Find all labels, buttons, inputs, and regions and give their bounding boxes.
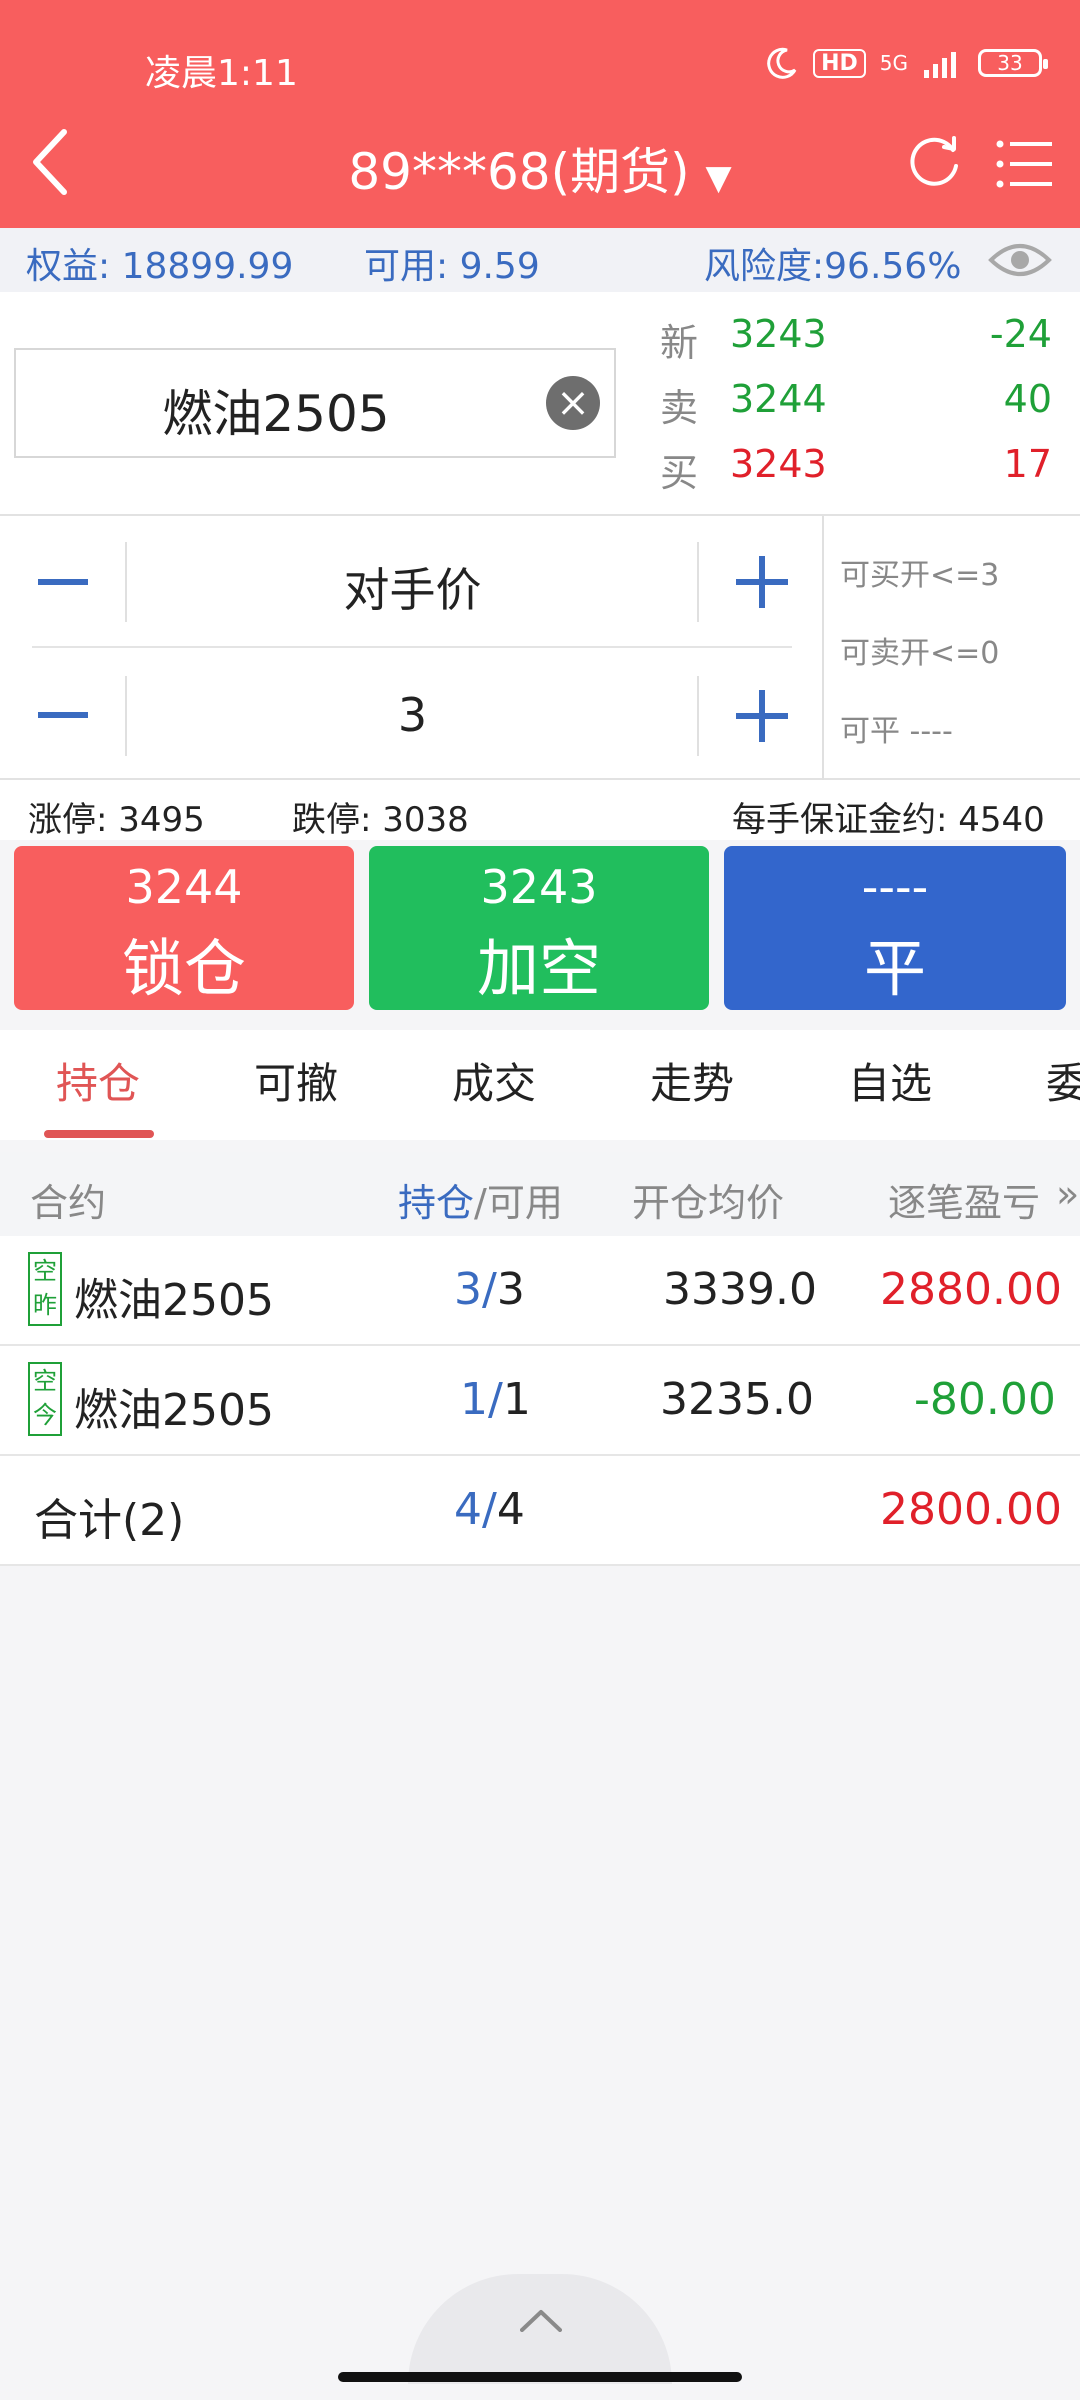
col-hold: 持仓 [398,1181,475,1225]
price-type-field[interactable]: 对手价 [130,554,695,620]
equity-text: 权益: 18899.99 [26,246,294,287]
divider [822,516,824,782]
hd-icon: HD [813,48,866,78]
more-columns-icon[interactable]: » [1056,1172,1079,1216]
lock-price: 3244 [125,860,243,914]
add-short-button[interactable]: 3243 加空 [369,846,709,1010]
close-label: 平 [863,932,926,1005]
battery-icon: 33 [978,49,1048,77]
battery-level: 33 [997,51,1023,75]
quote-volume: -24 [989,312,1052,356]
table-total-row: 合计(2) 4/4 2800.00 [0,1456,1080,1566]
total-hold-avail: 4/4 [454,1484,525,1535]
row-hold-avail: 1/1 [460,1374,531,1425]
status-time: 凌晨1:11 [145,53,298,94]
account-info-bar: 权益: 18899.99 可用: 9.59 风险度:96.56% [0,228,1080,292]
app-header: 凌晨1:11 HD 5G 33 89***68(期货) ▼ [0,0,1080,228]
position-tag: 空今 [28,1362,62,1436]
status-icons: HD 5G 33 [765,46,1048,80]
short-price: 3243 [480,860,598,914]
col-hold-avail[interactable]: 持仓/可用 [398,1172,563,1227]
account-label: 89***68(期货) [348,143,690,201]
risk-text: 风险度:96.56% [704,246,962,287]
quote-row-ask: 卖 3244 40 [660,377,1052,437]
quote-row-bid: 买 3243 17 [660,442,1052,502]
divider [697,676,699,756]
tab-trades[interactable]: 成交 [452,1050,536,1111]
quantity-field[interactable]: 3 [130,688,695,742]
quote-volume: 17 [1003,442,1052,486]
tab-cancellable[interactable]: 可撤 [254,1050,338,1111]
quote-price[interactable]: 3243 [730,312,827,356]
row-pnl: -80.00 [914,1374,1056,1425]
total-label: 合计(2) [34,1495,185,1546]
can-close-text: 可平 ---- [840,714,953,749]
row-pnl: 2880.00 [880,1264,1062,1315]
divider [125,676,127,756]
tab-orders[interactable]: 委 [1046,1050,1080,1111]
row-avg-price: 3235.0 [660,1374,814,1425]
col-pnl: 逐笔盈亏 [888,1181,1041,1225]
quote-volume: 40 [1003,377,1052,421]
available-text: 可用: 9.59 [364,246,540,287]
refresh-button[interactable] [906,133,964,191]
home-indicator[interactable] [338,2372,742,2382]
col-avail: /可用 [474,1181,563,1225]
signal-icon [924,52,956,78]
row-contract: 燃油2505 [74,1385,274,1436]
tab-trend[interactable]: 走势 [650,1050,734,1111]
short-label: 加空 [476,932,601,1005]
close-position-button[interactable]: ---- 平 [724,846,1066,1010]
symbol-input[interactable]: 燃油2505 × [14,348,616,458]
total-pnl: 2800.00 [880,1484,1062,1535]
divider [32,646,792,648]
quote-panel: 燃油2505 × 新 3243 -24 卖 3244 40 买 3243 17 [0,292,1080,514]
limit-up-text: 涨停: 3495 [28,800,205,840]
row-contract: 燃油2505 [74,1275,274,1326]
close-price: ---- [861,860,929,914]
order-entry-panel: 对手价 3 可买开<=3 可卖开<=0 可平 ---- [0,514,1080,782]
active-tab-indicator [44,1130,154,1138]
dropdown-caret-icon: ▼ [705,158,732,198]
moon-icon [767,47,797,79]
col-avg-price: 开仓均价 [632,1181,785,1225]
can-sell-open-text: 可卖开<=0 [840,636,1000,671]
quote-price[interactable]: 3244 [730,377,827,421]
quantity-minus-button[interactable] [38,712,88,718]
divider [125,542,127,622]
tab-positions[interactable]: 持仓 [56,1050,140,1111]
price-plus-button[interactable] [736,556,788,608]
positions-table-header: 合约 持仓/可用 开仓均价 逐笔盈亏 » [0,1152,1080,1236]
lock-label: 锁仓 [121,932,246,1005]
margin-text: 每手保证金约: 4540 [732,800,1045,840]
col-contract: 合约 [30,1181,107,1225]
quote-label: 卖 [660,386,699,430]
quote-label: 新 [660,321,699,365]
position-tag: 空昨 [28,1252,62,1326]
price-limits-row: 涨停: 3495 跌停: 3038 每手保证金约: 4540 [0,780,1080,840]
limit-down-text: 跌停: 3038 [292,800,469,840]
quantity-plus-button[interactable] [736,690,788,742]
symbol-name: 燃油2505 [162,385,390,443]
quote-label: 买 [660,451,699,495]
tab-bar: 持仓 可撤 成交 走势 自选 委 [0,1030,1080,1140]
lock-position-button[interactable]: 3244 锁仓 [14,846,354,1010]
table-row[interactable]: 空昨 燃油2505 3/3 3339.0 2880.00 [0,1236,1080,1346]
menu-button[interactable] [996,138,1054,190]
eye-icon[interactable] [988,238,1052,282]
price-minus-button[interactable] [38,579,88,585]
can-buy-open-text: 可买开<=3 [840,558,1000,593]
chevron-up-icon [520,2310,562,2332]
expand-panel-button[interactable] [408,2274,672,2384]
row-hold-avail: 3/3 [454,1264,525,1315]
table-row[interactable]: 空今 燃油2505 1/1 3235.0 -80.00 [0,1346,1080,1456]
clear-icon[interactable]: × [546,376,600,430]
row-avg-price: 3339.0 [663,1264,817,1315]
tab-watchlist[interactable]: 自选 [848,1050,932,1111]
divider [697,542,699,622]
network-label: 5G [879,51,908,75]
quote-row-last: 新 3243 -24 [660,312,1052,372]
quote-price[interactable]: 3243 [730,442,827,486]
